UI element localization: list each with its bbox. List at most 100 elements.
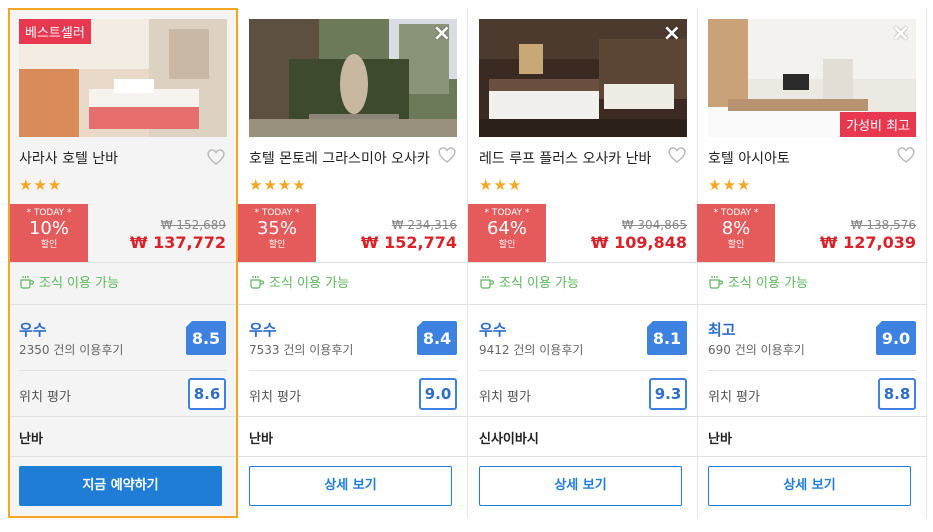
hotel-name[interactable]: 호텔 몬토레 그라스미아 오사카 (249, 148, 434, 168)
today-label: * TODAY * (713, 208, 759, 218)
hotel-name[interactable]: 사라사 호텔 난바 (19, 148, 204, 168)
discount-label: 할인 (498, 240, 516, 250)
divider (468, 416, 697, 417)
hotel-card[interactable]: × 레드 루프 플러스 오사카 난바 ★★★ * TODAY * 64% 할인 … (468, 8, 698, 518)
today-deal-badge: * TODAY * 8% 할인 (697, 204, 775, 262)
review-score: 8.4 (417, 321, 457, 355)
sale-price: ₩ 127,039 (819, 233, 916, 252)
divider (468, 262, 697, 263)
discount-percent: 35% (256, 218, 297, 239)
original-price: ₩ 234,316 (391, 218, 457, 232)
hotel-area: 난바 (708, 432, 732, 447)
sale-price: ₩ 137,772 (129, 233, 226, 252)
sale-price: ₩ 109,848 (590, 233, 687, 252)
close-icon[interactable]: × (663, 23, 681, 45)
star-rating: ★★★★ (249, 176, 307, 194)
heart-icon[interactable] (206, 148, 226, 166)
breakfast-info: 조식 이용 가능 (249, 272, 349, 291)
sale-price: ₩ 152,774 (360, 233, 457, 252)
discount-percent: 10% (28, 218, 69, 239)
view-details-button[interactable]: 상세 보기 (249, 466, 452, 506)
review-count[interactable]: 2350 건의 이용후기 (19, 341, 123, 358)
location-label: 위치 평가 (708, 390, 760, 405)
breakfast-info: 조식 이용 가능 (708, 272, 808, 291)
hotel-card[interactable]: × 호텔 몬토레 그라스미아 오사카 ★★★★ * TODAY * 35% 할인… (238, 8, 468, 518)
coffee-cup-icon (250, 275, 265, 289)
today-label: * TODAY * (484, 208, 530, 218)
star-rating: ★★★ (708, 176, 752, 194)
location-score: 8.6 (188, 378, 226, 410)
hotel-card-list: 베스트셀러 사라사 호텔 난바 ★★★ * TODAY * 10% 할인 ₩ 1… (0, 0, 933, 532)
hotel-photo[interactable]: 베스트셀러 (19, 19, 227, 137)
location-score: 9.3 (649, 378, 687, 410)
review-score: 8.5 (186, 321, 226, 355)
divider (697, 456, 926, 457)
today-label: * TODAY * (254, 208, 300, 218)
discount-percent: 64% (486, 218, 527, 239)
review-count[interactable]: 690 건의 이용후기 (708, 341, 805, 358)
today-deal-badge: * TODAY * 64% 할인 (468, 204, 546, 262)
today-label: * TODAY * (26, 208, 72, 218)
book-now-button[interactable]: 지금 예약하기 (19, 466, 222, 506)
divider (697, 304, 926, 305)
divider (708, 370, 916, 371)
coffee-cup-icon (480, 275, 495, 289)
divider (238, 304, 467, 305)
divider (19, 370, 227, 371)
divider (10, 262, 236, 263)
hotel-photo[interactable]: × (249, 19, 457, 137)
original-price: ₩ 152,689 (160, 218, 226, 232)
divider (697, 262, 926, 263)
hotel-photo[interactable]: × 가성비 최고 (708, 19, 916, 137)
divider (468, 456, 697, 457)
divider (10, 456, 236, 457)
original-price: ₩ 138,576 (850, 218, 916, 232)
breakfast-label: 조식 이용 가능 (39, 276, 120, 291)
breakfast-info: 조식 이용 가능 (479, 272, 579, 291)
rating-word: 우수 (19, 321, 47, 339)
divider (238, 262, 467, 263)
rating-word: 우수 (479, 321, 507, 339)
hotel-card[interactable]: 베스트셀러 사라사 호텔 난바 ★★★ * TODAY * 10% 할인 ₩ 1… (8, 8, 238, 518)
discount-label: 할인 (727, 240, 745, 250)
coffee-cup-icon (20, 275, 35, 289)
hotel-name[interactable]: 호텔 아시아토 (708, 148, 893, 168)
discount-percent: 8% (721, 218, 751, 239)
review-count[interactable]: 7533 건의 이용후기 (249, 341, 353, 358)
rating-word: 우수 (249, 321, 277, 339)
star-rating: ★★★ (19, 176, 63, 194)
discount-label: 할인 (268, 240, 286, 250)
review-count[interactable]: 9412 건의 이용후기 (479, 341, 583, 358)
location-score: 9.0 (419, 378, 457, 410)
breakfast-label: 조식 이용 가능 (499, 276, 580, 291)
hotel-photo[interactable]: × (479, 19, 687, 137)
location-score: 8.8 (878, 378, 916, 410)
best-value-badge: 가성비 최고 (840, 112, 916, 137)
hotel-area: 난바 (19, 432, 43, 447)
view-details-button[interactable]: 상세 보기 (708, 466, 911, 506)
review-score: 9.0 (876, 321, 916, 355)
divider (238, 416, 467, 417)
view-details-button[interactable]: 상세 보기 (479, 466, 682, 506)
breakfast-label: 조식 이용 가능 (269, 276, 350, 291)
divider (10, 416, 236, 417)
original-price: ₩ 304,865 (621, 218, 687, 232)
close-icon[interactable]: × (433, 23, 451, 45)
rating-word: 최고 (708, 321, 736, 339)
hotel-name[interactable]: 레드 루프 플러스 오사카 난바 (479, 148, 664, 168)
hotel-area: 신사이바시 (479, 432, 539, 447)
today-deal-badge: * TODAY * 35% 할인 (238, 204, 316, 262)
location-label: 위치 평가 (249, 390, 301, 405)
close-icon[interactable]: × (892, 23, 910, 45)
breakfast-label: 조식 이용 가능 (728, 276, 809, 291)
heart-icon[interactable] (437, 146, 457, 164)
star-rating: ★★★ (479, 176, 523, 194)
hotel-card[interactable]: × 가성비 최고 호텔 아시아토 ★★★ * TODAY * 8% 할인 ₩ 1… (697, 8, 927, 518)
bestseller-badge: 베스트셀러 (19, 19, 91, 44)
today-deal-badge: * TODAY * 10% 할인 (10, 204, 88, 262)
divider (479, 370, 687, 371)
divider (697, 416, 926, 417)
heart-icon[interactable] (667, 146, 687, 164)
heart-icon[interactable] (896, 146, 916, 164)
divider (249, 370, 457, 371)
